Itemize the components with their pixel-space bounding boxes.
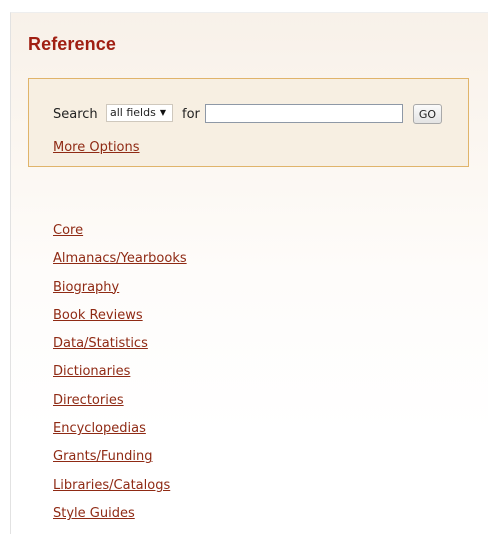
category-link-libraries-catalogs[interactable]: Libraries/Catalogs [53,478,170,493]
page-title: Reference [28,34,116,54]
list-item: Style Guides [53,504,187,532]
category-link-style-guides[interactable]: Style Guides [53,506,135,521]
search-label: Search [53,107,98,122]
category-link-core[interactable]: Core [53,223,83,238]
search-input[interactable] [205,104,403,123]
list-item: Directories [53,391,187,419]
category-link-grants-funding[interactable]: Grants/Funding [53,449,152,464]
field-select[interactable]: all fields ▼ [106,104,173,122]
category-link-biography[interactable]: Biography [53,280,119,295]
go-button[interactable]: GO [413,104,442,124]
category-link-dictionaries[interactable]: Dictionaries [53,364,130,379]
list-item: Data/Statistics [53,334,187,362]
reference-category-list: Core Almanacs/Yearbooks Biography Book R… [53,221,187,532]
list-item: Book Reviews [53,306,187,334]
more-options-link[interactable]: More Options [53,140,140,155]
list-item: Almanacs/Yearbooks [53,249,187,277]
list-item: Encyclopedias [53,419,187,447]
list-item: Libraries/Catalogs [53,476,187,504]
category-link-encyclopedias[interactable]: Encyclopedias [53,421,146,436]
category-link-directories[interactable]: Directories [53,393,124,408]
reference-panel: Reference Search all fields ▼ for GO Mor… [10,12,488,534]
list-item: Biography [53,278,187,306]
field-select-value: all fields [110,106,156,119]
list-item: Core [53,221,187,249]
category-link-book-reviews[interactable]: Book Reviews [53,308,143,323]
chevron-down-icon: ▼ [159,108,166,117]
category-link-almanacs-yearbooks[interactable]: Almanacs/Yearbooks [53,251,187,266]
list-item: Grants/Funding [53,447,187,475]
list-item: Dictionaries [53,362,187,390]
search-box: Search all fields ▼ for GO More Options [28,78,469,167]
category-link-data-statistics[interactable]: Data/Statistics [53,336,148,351]
for-label: for [182,107,200,122]
